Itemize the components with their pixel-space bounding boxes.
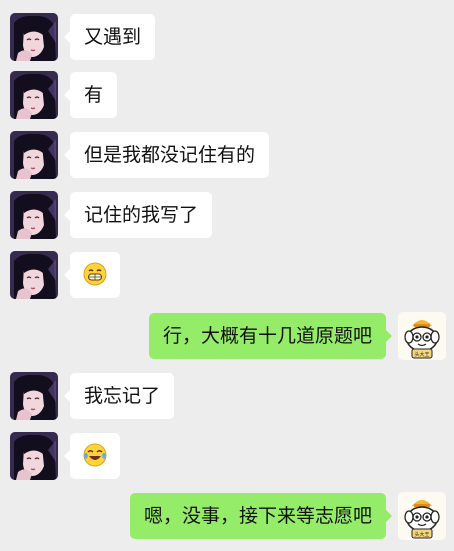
emoji-message-bubble[interactable] xyxy=(64,252,120,298)
emoji-message-bubble[interactable] xyxy=(64,433,120,479)
message-bubble[interactable]: 嗯，没事，接下来等志愿吧 xyxy=(129,493,393,539)
avatar-badge-text: 头大王 xyxy=(414,531,429,538)
contact-avatar[interactable] xyxy=(10,131,58,179)
contact-avatar[interactable] xyxy=(10,71,58,119)
grin-emoji xyxy=(83,262,107,286)
message-bubble[interactable]: 记住的我写了 xyxy=(63,192,213,238)
avatar-badge-text: 头大王 xyxy=(414,351,429,358)
contact-avatar[interactable] xyxy=(10,13,58,61)
message-bubble[interactable]: 但是我都没记住有的 xyxy=(63,132,270,178)
message-text: 记住的我写了 xyxy=(84,204,199,226)
contact-avatar[interactable] xyxy=(10,251,58,299)
message-bubble[interactable]: 我忘记了 xyxy=(63,373,175,419)
message-bubble[interactable]: 又遇到 xyxy=(63,14,156,60)
my-avatar[interactable]: 头大王 xyxy=(398,492,446,540)
contact-avatar[interactable] xyxy=(10,191,58,239)
contact-avatar[interactable] xyxy=(10,372,58,420)
my-avatar[interactable]: 头大王 xyxy=(398,312,446,360)
contact-avatar[interactable] xyxy=(10,432,58,480)
message-text: 我忘记了 xyxy=(84,385,161,407)
message-text: 有 xyxy=(84,84,104,106)
message-bubble[interactable]: 有 xyxy=(63,72,118,118)
laugh-cry-emoji xyxy=(83,443,107,467)
message-text: 行，大概有十几道原题吧 xyxy=(162,325,372,347)
message-bubble[interactable]: 行，大概有十几道原题吧 xyxy=(148,313,393,359)
message-text: 但是我都没记住有的 xyxy=(84,144,256,166)
message-text: 嗯，没事，接下来等志愿吧 xyxy=(143,505,372,527)
message-text: 又遇到 xyxy=(84,26,142,48)
